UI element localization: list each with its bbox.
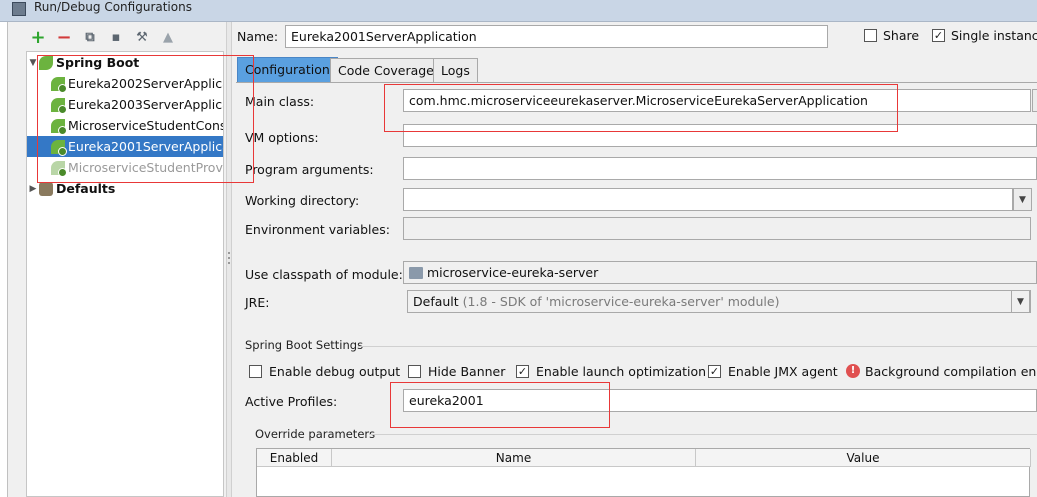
tree-item-label: MicroserviceStudentConsumerApplication (68, 118, 224, 133)
spring-app-icon (51, 139, 67, 156)
configuration-editor: Name: Eureka2001ServerApplication Share … (233, 22, 1037, 497)
tab-configuration[interactable]: Configuration (237, 57, 338, 82)
spring-app-icon (51, 118, 67, 135)
working-directory-label: Working directory: (245, 193, 360, 208)
tree-item-label: Eureka2001ServerApplication (68, 139, 223, 154)
tree-node-defaults[interactable]: ▶ Defaults (27, 178, 223, 199)
spring-boot-icon (39, 55, 53, 70)
share-label: Share (883, 28, 920, 43)
tree-item-student-consumer[interactable]: MicroserviceStudentConsumerApplication (27, 115, 224, 136)
jre-hint: (1.8 - SDK of 'microservice-eureka-serve… (462, 294, 780, 309)
environment-variables-label: Environment variables: (245, 222, 390, 237)
enable-launch-optimization-checkbox[interactable]: ✓ (516, 365, 529, 378)
jre-select[interactable]: Default (1.8 - SDK of 'microservice-eure… (407, 290, 1031, 313)
browse-main-class-button[interactable] (1032, 89, 1037, 112)
splitter-grip (228, 252, 230, 254)
tree-item-label: Eureka2003ServerApplication (68, 97, 223, 112)
enable-debug-output-checkbox[interactable] (249, 365, 262, 378)
column-header-value[interactable]: Value (696, 449, 1031, 467)
program-arguments-label: Program arguments: (245, 162, 374, 177)
column-header-name[interactable]: Name (332, 449, 696, 467)
spring-app-icon (51, 160, 67, 177)
add-configuration-button[interactable]: + (28, 27, 48, 48)
splitter-grip (228, 257, 230, 259)
vm-options-input[interactable] (403, 124, 1037, 147)
remove-configuration-button[interactable]: − (54, 27, 74, 48)
classpath-module-select[interactable]: microservice-eureka-server (403, 261, 1037, 284)
tree-node-spring-boot[interactable]: ▼ Spring Boot (27, 52, 223, 73)
window-title: Run/Debug Configurations (34, 0, 192, 14)
section-divider (369, 434, 1037, 435)
classpath-module-value: microservice-eureka-server (427, 265, 599, 280)
name-input[interactable]: Eureka2001ServerApplication (285, 25, 828, 48)
tree-node-label: Spring Boot (56, 55, 140, 70)
save-configuration-button[interactable]: ▪ (106, 27, 126, 47)
jre-value: Default (413, 294, 459, 309)
tree-item-label: MicroserviceStudentProviderApplication (68, 160, 223, 175)
defaults-wrench-icon (39, 181, 53, 196)
copy-configuration-button[interactable]: ⧉ (80, 27, 100, 47)
window-icon (12, 2, 26, 16)
name-label: Name: (237, 29, 279, 44)
expand-arrow-icon[interactable]: ▼ (27, 58, 39, 68)
jre-label: JRE: (245, 295, 270, 310)
tab-logs[interactable]: Logs (433, 58, 478, 82)
tab-code-coverage[interactable]: Code Coverage (330, 58, 442, 82)
spring-app-icon (51, 97, 67, 114)
collapse-arrow-icon[interactable]: ▶ (27, 184, 39, 194)
tree-item-student-provider[interactable]: MicroserviceStudentProviderApplication (27, 157, 223, 178)
active-profiles-input[interactable]: eureka2001 (403, 389, 1037, 412)
working-directory-dropdown-icon[interactable]: ▼ (1013, 188, 1032, 211)
window-titlebar: Run/Debug Configurations (0, 0, 1037, 22)
hide-banner-label: Hide Banner (428, 364, 506, 379)
spring-app-icon (51, 76, 67, 93)
tree-item-label: Eureka2002ServerApplication (68, 76, 223, 91)
configurations-panel: + − ⧉ ▪ ⚒ ▲ ▼ Spring Boot Eureka2002Serv… (8, 22, 226, 497)
background-window-edge (0, 22, 8, 497)
share-checkbox[interactable] (864, 29, 877, 42)
column-header-enabled[interactable]: Enabled (257, 449, 332, 467)
working-directory-input[interactable] (403, 188, 1013, 211)
active-profiles-label: Active Profiles: (245, 394, 338, 409)
override-parameters-table[interactable]: Enabled Name Value (256, 448, 1031, 497)
environment-variables-input[interactable] (403, 217, 1031, 240)
enable-launch-optimization-label: Enable launch optimization (536, 364, 707, 379)
section-divider (358, 346, 1037, 347)
tree-item-eureka2001[interactable]: Eureka2001ServerApplication (27, 136, 223, 157)
hide-banner-checkbox[interactable] (408, 365, 421, 378)
tree-item-eureka2002[interactable]: Eureka2002ServerApplication (27, 73, 223, 94)
program-arguments-input[interactable] (403, 157, 1037, 180)
classpath-module-label: Use classpath of module: (245, 267, 403, 282)
module-folder-icon (409, 267, 423, 279)
main-class-label: Main class: (245, 94, 315, 109)
edit-defaults-wrench-button[interactable]: ⚒ (132, 27, 152, 47)
enable-jmx-agent-label: Enable JMX agent (728, 364, 838, 379)
enable-debug-output-label: Enable debug output (269, 364, 401, 379)
move-up-button[interactable]: ▲ (158, 27, 178, 47)
override-parameters-title: Override parameters (255, 427, 376, 441)
background-compilation-label: Background compilation enabled (865, 364, 1037, 379)
enable-jmx-agent-checkbox[interactable]: ✓ (708, 365, 721, 378)
configurations-tree: ▼ Spring Boot Eureka2002ServerApplicatio… (26, 51, 224, 497)
tree-item-eureka2003[interactable]: Eureka2003ServerApplication (27, 94, 223, 115)
spring-boot-settings-title: Spring Boot Settings (245, 338, 364, 352)
main-class-input[interactable]: com.hmc.microserviceeurekaserver.Microse… (403, 89, 1031, 112)
vm-options-label: VM options: (245, 130, 319, 145)
jre-dropdown-icon[interactable]: ▼ (1011, 290, 1030, 313)
error-icon: ! (846, 364, 860, 378)
panel-splitter[interactable] (226, 22, 232, 497)
single-instance-checkbox[interactable]: ✓ (932, 29, 945, 42)
tree-node-label: Defaults (56, 181, 116, 196)
splitter-grip (228, 262, 230, 264)
single-instance-label: Single instance only (951, 28, 1037, 43)
